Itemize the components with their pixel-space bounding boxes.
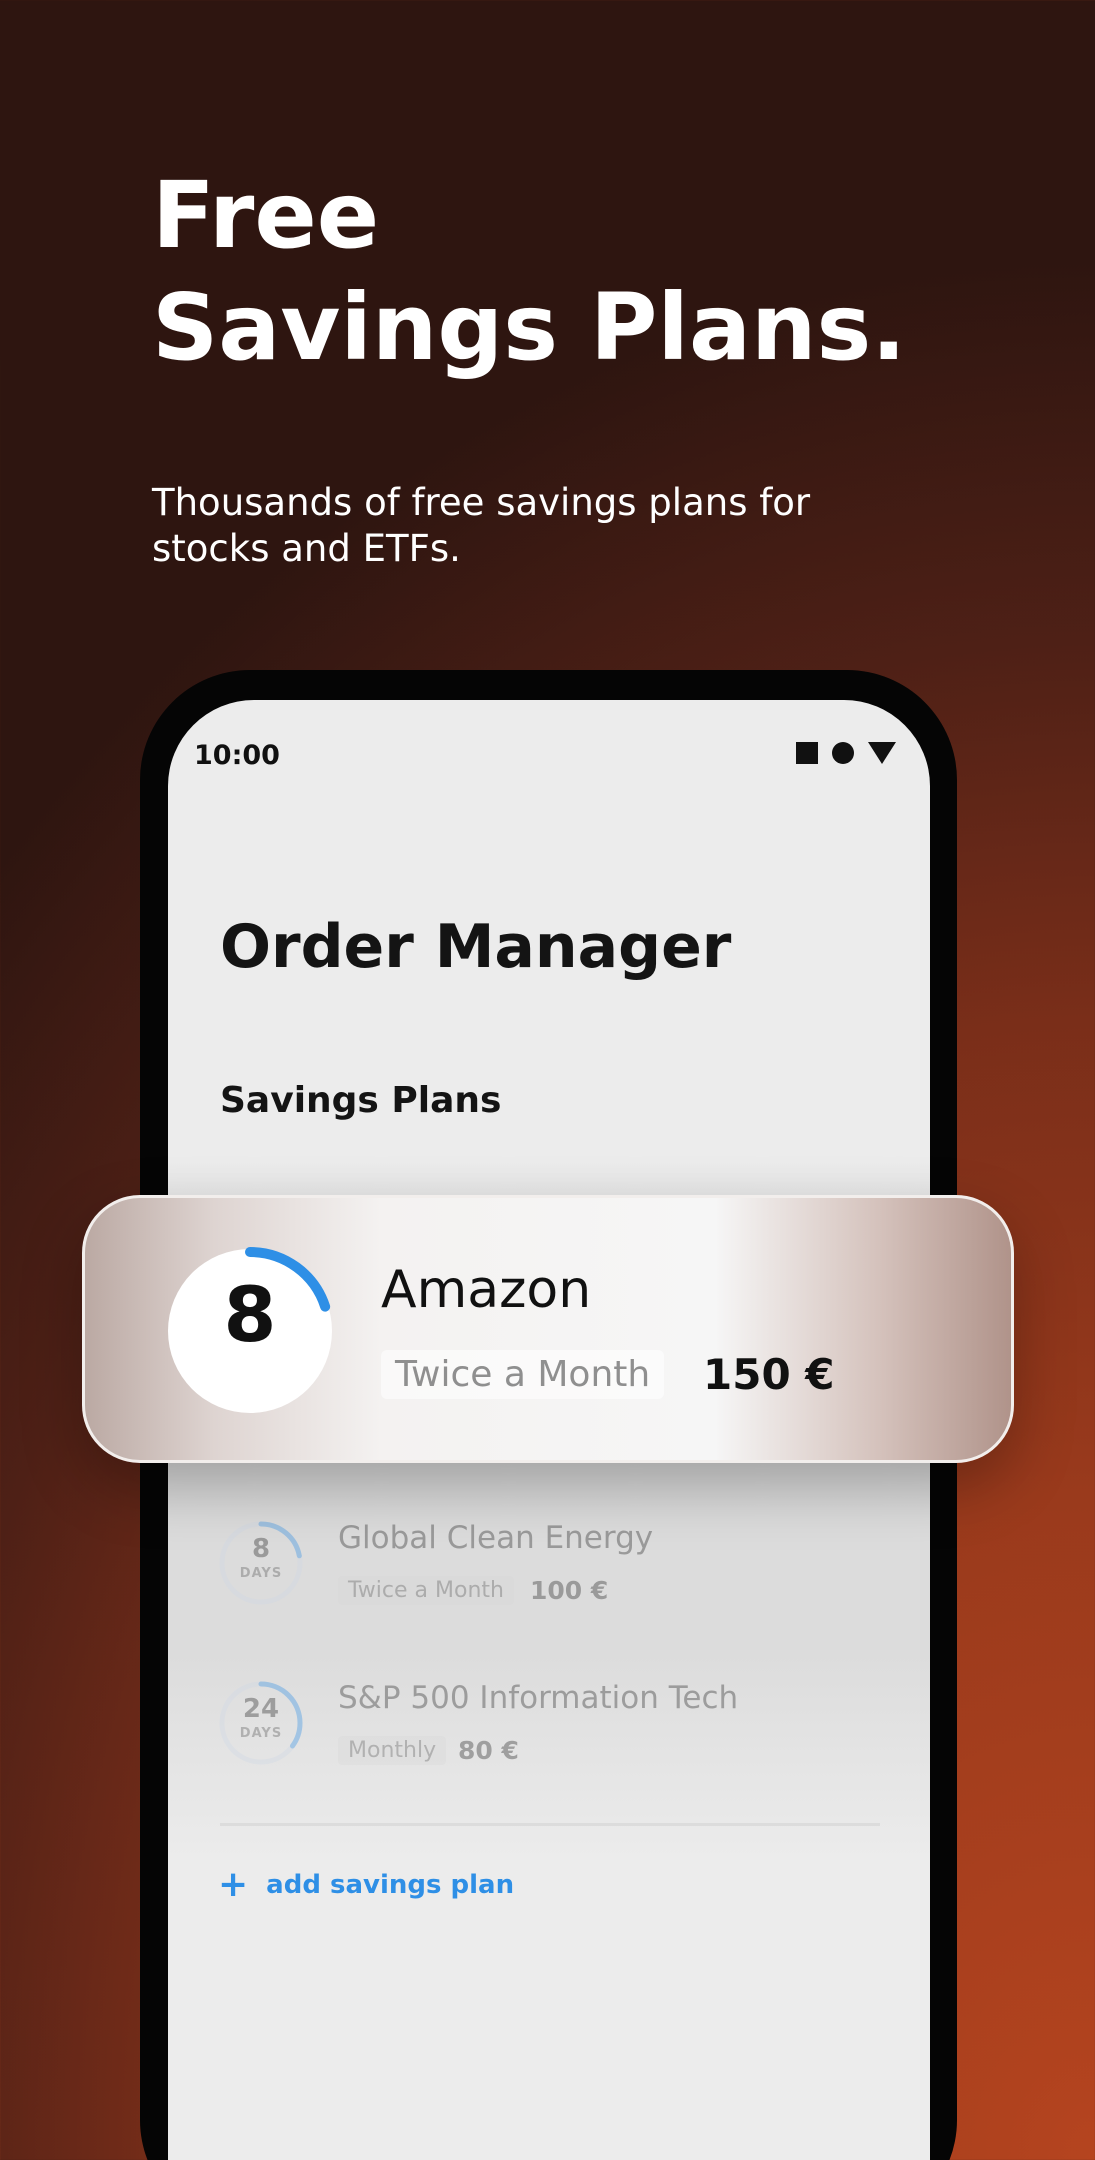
highlighted-plan-card[interactable]: 8 Amazon Twice a Month 150 € [82, 1195, 1014, 1463]
section-title: Savings Plans [220, 1080, 502, 1121]
add-savings-plan-label: add savings plan [266, 1870, 515, 1900]
divider [220, 1823, 880, 1826]
days-label: DAYS [239, 1726, 283, 1741]
plan-amount: 150 € [703, 1350, 835, 1399]
status-icons [796, 742, 896, 764]
square-icon [796, 742, 818, 764]
plan-amount: 80 € [458, 1736, 519, 1765]
promo-title-line1: Free [152, 162, 380, 269]
page-title: Order Manager [220, 912, 732, 982]
promo-title-line2: Savings Plans. [152, 274, 907, 381]
status-time: 10:00 [194, 740, 280, 771]
list-item[interactable]: 8 DAYS Global Clean Energy Twice a Month… [218, 1520, 898, 1620]
days-count: 24 [242, 1694, 280, 1724]
plan-name: Global Clean Energy [338, 1520, 654, 1556]
add-savings-plan-link[interactable]: + add savings plan [218, 1864, 515, 1905]
days-label: DAYS [239, 1566, 283, 1581]
triangle-icon [868, 742, 896, 764]
plan-frequency: Monthly [338, 1736, 447, 1765]
plan-frequency: Twice a Month [338, 1576, 514, 1605]
list-item[interactable]: 24 DAYS S&P 500 Information Tech Monthly… [218, 1680, 898, 1780]
circle-icon [832, 742, 854, 764]
plan-name: Amazon [381, 1260, 592, 1320]
promo-subtitle: Thousands of free savings plans for stoc… [152, 481, 811, 570]
promo-title: Free Savings Plans. [152, 160, 906, 384]
days-count: 8 [251, 1534, 271, 1564]
plan-amount: 100 € [530, 1576, 609, 1605]
days-count: 8 [223, 1270, 277, 1359]
plan-frequency: Twice a Month [381, 1350, 665, 1399]
plan-name: S&P 500 Information Tech [338, 1680, 739, 1716]
plus-icon: + [218, 1864, 249, 1905]
